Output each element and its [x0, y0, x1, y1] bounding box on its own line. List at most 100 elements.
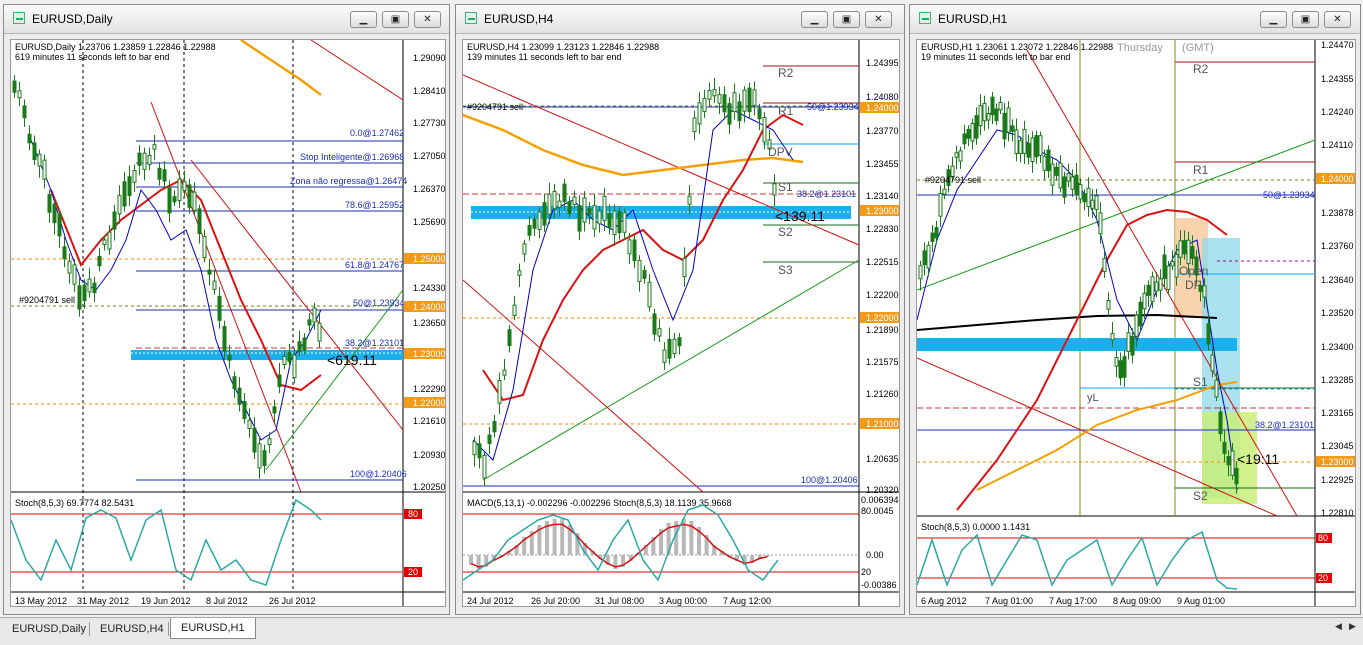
candle-body — [562, 183, 567, 203]
price-axis[interactable]: 1.24470 1.24355 1.24240 1.24110 1.24000 … — [1316, 40, 1355, 518]
time-tick: 8 Aug 09:00 — [1113, 596, 1161, 606]
tab-scroll-right-icon[interactable]: ▶ — [1349, 621, 1356, 632]
maximize-button[interactable]: ▣ — [382, 11, 409, 28]
chart-info-line: EURUSD,H1 1.23061 1.23072 1.22846 1.2298… — [921, 42, 1113, 52]
candle-body — [702, 98, 707, 113]
candle-body — [934, 227, 939, 239]
chart-info-line: EURUSD,Daily 1.23706 1.23859 1.22846 1.2… — [15, 42, 216, 52]
maximize-button[interactable]: ▣ — [1292, 11, 1319, 28]
price-tick: 1.22925 — [1321, 475, 1354, 485]
candle-body — [507, 329, 512, 346]
close-button[interactable]: ✕ — [865, 11, 892, 28]
candle-body — [677, 337, 682, 347]
candle-body — [938, 192, 943, 217]
candle-body — [187, 184, 192, 208]
h1-chart-area[interactable]: EURUSD,H1 1.23061 1.23072 1.22846 1.2298… — [916, 39, 1356, 607]
candle-body — [122, 181, 127, 207]
maximize-button[interactable]: ▣ — [833, 11, 860, 28]
candle-body — [1126, 332, 1131, 353]
candle-body — [1006, 107, 1011, 133]
time-tick: 3 Aug 00:00 — [659, 596, 707, 606]
candle-body — [147, 154, 152, 165]
price-tick: 1.29090 — [413, 53, 445, 63]
tab-scroll-left-icon[interactable]: ◀ — [1335, 621, 1342, 632]
minimize-button[interactable]: ▁ — [801, 11, 828, 28]
minimize-button[interactable]: ▁ — [1260, 11, 1287, 28]
pivot-label: S1 — [778, 180, 793, 194]
day-label: Thursday — [1117, 42, 1163, 54]
price-axis[interactable]: 1.29090 1.28410 1.27730 1.27050 1.26370 … — [404, 53, 445, 492]
pivot-label: S1 — [1193, 375, 1208, 389]
candle-body — [697, 102, 702, 125]
pivot-label: DPV — [768, 145, 793, 159]
candle-body — [986, 113, 991, 121]
chart-window-h1[interactable]: EURUSD,H1 ▁ ▣ ✕ EURUSD,H1 1.23061 1.2307… — [909, 4, 1361, 615]
candle-body — [1062, 176, 1067, 198]
candle-body — [17, 90, 22, 99]
macd-tick: 0.006394 — [861, 495, 899, 505]
window-title: EURUSD,Daily — [32, 12, 113, 26]
candle-body — [522, 243, 527, 255]
chart-window-h4[interactable]: EURUSD,H4 ▁ ▣ ✕ EURUSD,H4 1.23099 1.2312… — [455, 4, 905, 615]
indicator-label: Stoch(8,5,3) 69.7774 82.5431 — [15, 498, 134, 508]
candle-body — [537, 211, 542, 231]
fib-label: 38.2@1.23101 — [345, 338, 404, 348]
chart-tab-bar: EURUSD,Daily EURUSD,H4 EURUSD,H1 ◀ ▶ — [0, 617, 1363, 645]
candle-body — [974, 115, 979, 139]
candle-body — [217, 295, 222, 321]
candle-body — [1130, 335, 1135, 356]
candle-body — [42, 159, 47, 180]
price-tick: 1.23878 — [1321, 208, 1354, 218]
candle-body — [978, 105, 983, 127]
window-titlebar[interactable]: EURUSD,H4 ▁ ▣ ✕ — [456, 5, 904, 34]
price-tick: 1.27050 — [413, 151, 445, 161]
order-label: #9204791 sell — [19, 295, 75, 305]
candle-body — [1034, 135, 1039, 158]
time-tick: 8 Jul 2012 — [206, 596, 248, 606]
candle-body — [582, 197, 587, 223]
candle-body — [162, 169, 167, 182]
h4-chart-area[interactable]: EURUSD,H4 1.23099 1.23123 1.22846 1.2298… — [462, 39, 900, 607]
window-titlebar[interactable]: EURUSD,H1 ▁ ▣ ✕ — [910, 5, 1360, 34]
candle-body — [622, 212, 627, 233]
candle-body — [602, 195, 607, 221]
candle-body — [502, 369, 507, 376]
candle-body — [492, 421, 497, 433]
candle-body — [567, 201, 572, 214]
price-axis[interactable]: 1.24395 1.24080 1.24000 1.23770 1.23455 … — [860, 58, 899, 495]
candle-body — [647, 281, 652, 308]
candle-body — [542, 202, 547, 226]
candle-body — [712, 88, 717, 97]
price-tick: 1.23400 — [1321, 342, 1354, 352]
daily-chart-area[interactable]: 0.0@1.27462 Stop Inteligente@1.26968 Zon… — [10, 39, 446, 607]
candle-body — [1190, 246, 1195, 259]
candle-body — [958, 150, 963, 162]
candle-body — [22, 105, 27, 119]
countdown-label: <19:11 — [1237, 451, 1279, 467]
window-titlebar[interactable]: EURUSD,Daily ▁ ▣ ✕ — [4, 5, 449, 34]
candle-body — [177, 178, 182, 201]
candle-body — [1122, 356, 1127, 378]
time-axis: 13 May 2012 31 May 2012 19 Jun 2012 8 Ju… — [15, 596, 316, 606]
minimize-button[interactable]: ▁ — [350, 11, 377, 28]
candle-body — [477, 443, 482, 459]
chart-window-daily[interactable]: EURUSD,Daily ▁ ▣ ✕ 0.0@1.27462 Stop Inte… — [3, 4, 450, 615]
close-button[interactable]: ✕ — [1324, 11, 1351, 28]
tab-eurusd-h1[interactable]: EURUSD,H1 — [170, 618, 256, 639]
candle-body — [727, 103, 732, 125]
tab-eurusd-h4[interactable]: EURUSD,H4 — [90, 620, 174, 638]
candle-body — [1230, 450, 1235, 476]
price-tick: 1.24000 — [413, 302, 445, 312]
candle-body — [966, 128, 971, 139]
fib-label: 50@1.23934 — [807, 102, 859, 112]
tab-eurusd-daily[interactable]: EURUSD,Daily — [2, 620, 96, 638]
close-button[interactable]: ✕ — [414, 11, 441, 28]
candle-body — [317, 322, 322, 342]
stoch-tick: 80 — [1318, 533, 1328, 543]
candle-body — [287, 352, 292, 362]
price-tick: 1.24330 — [413, 283, 445, 293]
time-axis: 6 Aug 2012 7 Aug 01:00 7 Aug 17:00 8 Aug… — [921, 596, 1225, 606]
candle-body — [962, 133, 967, 145]
price-tick: 1.24240 — [1321, 107, 1354, 117]
price-tick: 1.23140 — [866, 191, 899, 201]
